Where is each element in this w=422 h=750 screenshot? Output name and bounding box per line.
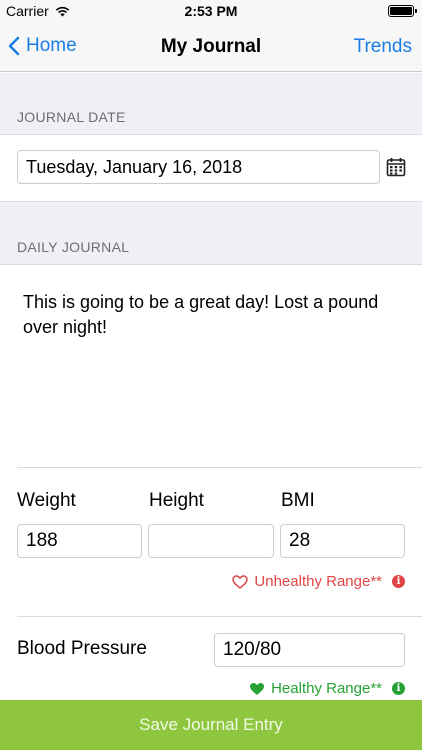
daily-journal-header-label: DAILY JOURNAL	[17, 239, 130, 255]
journal-date-header: JOURNAL DATE	[0, 73, 422, 135]
divider	[17, 467, 422, 468]
height-field[interactable]	[148, 524, 274, 558]
blood-pressure-status: Healthy Range** i	[249, 680, 405, 697]
navigation-bar: Home My Journal Trends	[0, 22, 422, 72]
calendar-icon[interactable]	[386, 157, 406, 177]
save-journal-entry-button[interactable]: Save Journal Entry	[0, 700, 422, 750]
heart-outline-icon	[232, 574, 249, 589]
trends-button[interactable]: Trends	[354, 36, 412, 58]
bmi-status-label: Unhealthy Range**	[254, 573, 382, 590]
blood-pressure-status-label: Healthy Range**	[271, 680, 382, 697]
bmi-field[interactable]: 28	[280, 524, 405, 558]
journal-date-field[interactable]: Tuesday, January 16, 2018	[17, 150, 380, 184]
blood-pressure-label: Blood Pressure	[17, 638, 147, 659]
journal-text-area[interactable]: This is going to be a great day! Lost a …	[23, 290, 383, 340]
bmi-status: Unhealthy Range** i	[232, 573, 405, 590]
daily-journal-header: DAILY JOURNAL	[0, 201, 422, 265]
bmi-label: BMI	[281, 490, 315, 511]
battery-icon	[388, 5, 417, 17]
journal-date-header-label: JOURNAL DATE	[17, 109, 126, 125]
weight-field[interactable]: 188	[17, 524, 142, 558]
info-icon[interactable]: i	[392, 682, 405, 695]
status-time: 2:53 PM	[184, 3, 238, 19]
divider	[17, 616, 422, 617]
height-label: Height	[149, 490, 204, 511]
info-icon[interactable]: i	[392, 575, 405, 588]
status-bar: Carrier 2:53 PM	[0, 0, 422, 22]
screen: Carrier 2:53 PM Home My Journal Trends J…	[0, 0, 422, 750]
weight-label: Weight	[17, 490, 76, 511]
heart-icon	[250, 682, 265, 695]
blood-pressure-field[interactable]: 120/80	[214, 633, 405, 667]
